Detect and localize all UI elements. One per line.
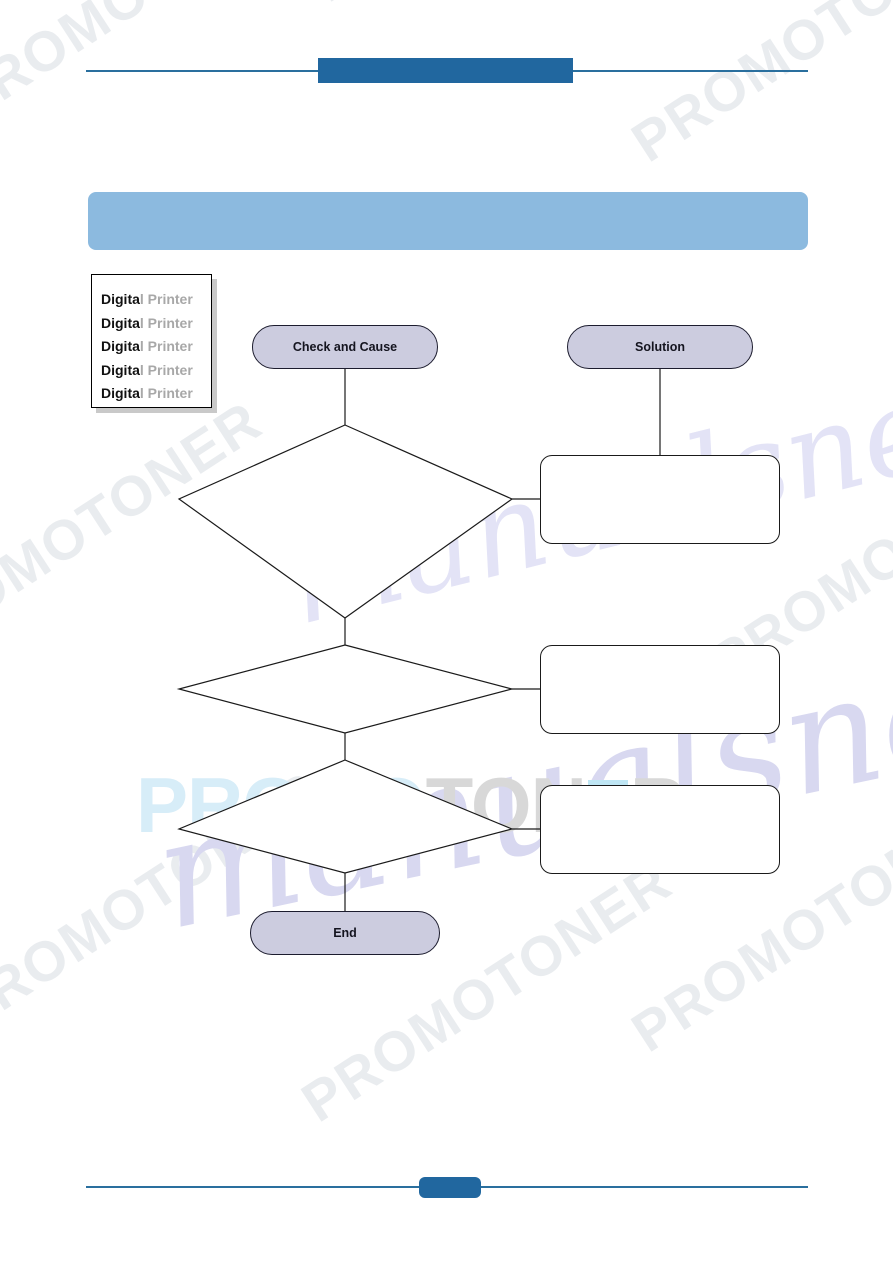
page-header [0, 0, 893, 120]
sample-line-fade: l Printer [139, 291, 193, 307]
decision-diamond-3 [177, 759, 514, 874]
sample-line-dark: Digita [101, 361, 140, 378]
solution-box-2[interactable] [540, 645, 780, 734]
decision-diamond-1 [177, 424, 514, 619]
solution-box-3[interactable] [540, 785, 780, 874]
sample-line-fade: l Printer [139, 385, 193, 401]
sample-print-image: Digital Printer Digital Printer Digital … [91, 274, 212, 408]
flow-node-end-label: End [333, 926, 357, 940]
flow-node-solution-label: Solution [635, 340, 685, 354]
sample-print-line: Digital Printer [101, 359, 211, 383]
section-title-band [88, 192, 808, 250]
sample-print-line: Digital Printer [101, 312, 211, 336]
flow-node-check-and-cause[interactable]: Check and Cause [252, 325, 438, 369]
troubleshooting-flowchart [176, 369, 661, 911]
sample-line-dark: Digita [101, 385, 140, 401]
sample-print-line: Digital Printer [101, 335, 211, 359]
flow-node-end[interactable]: End [250, 911, 440, 955]
sample-line-dark: Digita [101, 291, 140, 307]
sample-line-dark: Digita [101, 338, 140, 354]
flow-node-check-and-cause-label: Check and Cause [292, 340, 398, 354]
sample-line-dark: Digita [101, 314, 140, 331]
sample-line-fade: l Printer [139, 338, 193, 354]
page-footer [0, 1160, 893, 1220]
sample-line-fade: l Printer [139, 314, 193, 331]
header-chip [318, 58, 573, 83]
flow-node-solution[interactable]: Solution [567, 325, 753, 369]
sample-line-fade: l Printer [139, 361, 193, 378]
sample-print-line: Digital Printer [101, 288, 211, 312]
page-number-badge [419, 1177, 481, 1198]
decision-diamond-2 [176, 644, 515, 734]
sample-print-line: Digital Printer [101, 382, 211, 406]
solution-box-1[interactable] [540, 455, 780, 544]
document-page: PROMOTONER PROMOTONER PROMOTONER PROMOTO… [0, 0, 893, 1263]
